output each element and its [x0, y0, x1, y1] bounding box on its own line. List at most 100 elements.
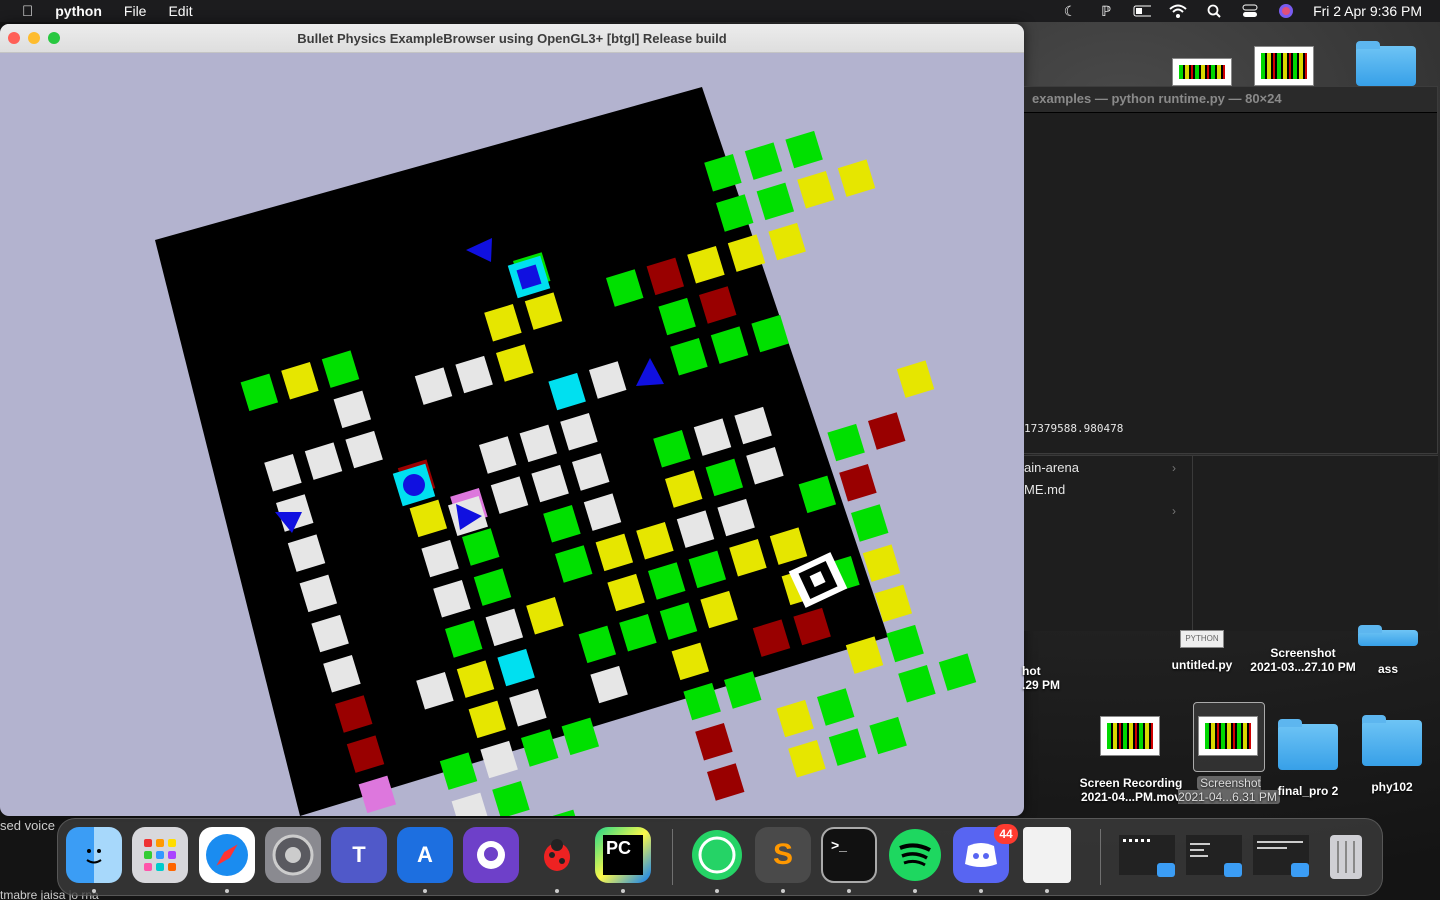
dock-launchpad-icon[interactable] [132, 827, 188, 883]
dock-teams-icon[interactable]: T [331, 827, 387, 883]
arena-cell [827, 423, 865, 462]
desktop-icon-label[interactable]: untitled.py [1162, 658, 1242, 672]
dock-separator [1100, 829, 1101, 885]
running-indicator [621, 889, 625, 893]
arena-cell [768, 222, 806, 261]
dock-system-preferences-icon[interactable] [265, 827, 321, 883]
menu-clock[interactable]: Fri 2 Apr 9:36 PM [1313, 3, 1422, 19]
running-indicator [92, 889, 96, 893]
running-indicator [913, 889, 917, 893]
desktop-thumbnail-icon[interactable] [1172, 58, 1232, 86]
bullet-physics-window[interactable]: Bullet Physics ExampleBrowser using Open… [0, 24, 1024, 816]
running-indicator [1045, 889, 1049, 893]
running-indicator [423, 889, 427, 893]
file-menu[interactable]: File [124, 3, 147, 19]
video-thumbnail-icon[interactable] [1100, 716, 1160, 756]
chevron-right-icon: › [1172, 461, 1176, 475]
folder-icon[interactable] [1362, 715, 1422, 766]
arena-cell [862, 544, 901, 582]
file-tag: PYTHON [1185, 634, 1219, 643]
dock-spotify-icon[interactable] [887, 827, 943, 883]
bluetooth-icon[interactable]: ℙ [1097, 3, 1115, 19]
close-button[interactable] [8, 32, 20, 44]
wifi-icon[interactable] [1169, 3, 1187, 19]
folder-icon[interactable] [1358, 625, 1418, 646]
python-file-icon[interactable]: PYTHON [1180, 630, 1224, 648]
arena-cell [828, 728, 867, 766]
dock-whatsapp-icon[interactable] [689, 827, 745, 883]
folder-icon[interactable] [1278, 719, 1338, 770]
arena-cell [544, 809, 583, 816]
arena-cell [788, 740, 826, 778]
arena-cell [776, 699, 814, 738]
arena-cell [744, 142, 783, 180]
blue-circle-marker [403, 474, 425, 496]
arena-cell [451, 792, 490, 816]
dock-github-icon[interactable] [463, 827, 519, 883]
arena-cell [851, 504, 889, 542]
dock-xcode-icon[interactable]: A [397, 827, 453, 883]
desktop-icon-label[interactable]: Screenshot 2021-03...27.10 PM [1244, 646, 1362, 674]
arena-cell [896, 360, 935, 398]
edit-menu[interactable]: Edit [168, 3, 192, 19]
dock-trash-icon[interactable] [1318, 827, 1374, 883]
dock-minimized-window-icon[interactable] [1183, 827, 1245, 883]
desktop-icon-label[interactable]: final_pro 2 [1270, 784, 1346, 798]
dock-minimized-window-icon[interactable] [1116, 827, 1178, 883]
arena-cell [817, 688, 855, 726]
selected-label: Screenshot 2021-04...6.31 PM [1178, 776, 1280, 804]
window-title: Bullet Physics ExampleBrowser using Open… [297, 30, 727, 46]
minimize-button[interactable] [28, 32, 40, 44]
chevron-right-icon: › [1172, 504, 1176, 518]
arena-cell [785, 130, 823, 169]
dock-finder-icon[interactable] [66, 827, 122, 883]
desktop-icon-label[interactable]: hot .29 PM [1022, 664, 1072, 692]
dock-safari-icon[interactable] [199, 827, 255, 883]
apple-menu-icon[interactable]:  [22, 3, 33, 20]
desktop-icon-label[interactable]: phy102 [1360, 780, 1424, 794]
terminal-output: 17379588.980478 [1024, 422, 1124, 435]
search-icon[interactable] [1205, 3, 1223, 19]
discord-badge: 44 [994, 824, 1018, 844]
dock-bug-icon[interactable] [529, 827, 585, 883]
finder-item[interactable]: ain-arena [1024, 460, 1079, 475]
arena-cell [839, 464, 877, 502]
running-indicator [979, 889, 983, 893]
moon-icon[interactable]: ☾ [1061, 3, 1079, 19]
desktop-icon-label[interactable]: ass [1368, 662, 1408, 676]
menu-bar:  python File Edit ☾ ℙ Fri 2 Apr 9:36 PM [0, 0, 1440, 22]
background-text: sed voice [0, 818, 55, 833]
dock-pycharm-icon[interactable]: PC [595, 827, 651, 883]
arena-cell [706, 763, 745, 801]
dock: T A PC S >_ 44 [57, 818, 1383, 896]
app-menu[interactable]: python [55, 3, 102, 19]
zoom-button[interactable] [48, 32, 60, 44]
dock-textedit-icon[interactable] [1023, 827, 1071, 883]
arena-cell [868, 412, 906, 450]
screenshot-thumbnail-icon[interactable] [1198, 716, 1258, 756]
dock-separator [672, 829, 673, 885]
desktop-thumbnail-icon[interactable] [1254, 46, 1314, 86]
arena-cell [886, 624, 924, 663]
folder-icon[interactable] [1356, 41, 1416, 86]
arena-cell [756, 182, 795, 221]
window-titlebar[interactable]: Bullet Physics ExampleBrowser using Open… [0, 24, 1024, 53]
finder-item[interactable]: ME.md [1024, 482, 1065, 497]
arena-cell [898, 665, 936, 703]
running-indicator [715, 889, 719, 893]
arena-cell [837, 159, 876, 197]
opengl-viewport[interactable] [0, 53, 1024, 816]
battery-icon[interactable] [1133, 3, 1152, 19]
running-indicator [781, 889, 785, 893]
arena-cell [695, 723, 733, 761]
running-indicator [847, 889, 851, 893]
siri-icon[interactable] [1277, 3, 1295, 19]
column-divider [1192, 456, 1193, 632]
dock-terminal-icon[interactable]: >_ [821, 827, 877, 883]
dock-sublime-icon[interactable]: S [755, 827, 811, 883]
arena-cell [938, 653, 977, 691]
finder-window[interactable]: ain-arena › ME.md › [1024, 455, 1438, 632]
control-center-icon[interactable] [1241, 3, 1259, 19]
dock-minimized-window-icon[interactable] [1250, 827, 1312, 883]
terminal-window[interactable]: examples — python runtime.py — 80×24 173… [1024, 86, 1438, 454]
